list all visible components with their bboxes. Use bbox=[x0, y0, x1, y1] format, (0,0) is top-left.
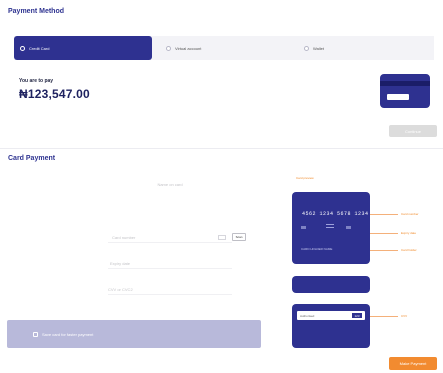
card-name-field[interactable]: Name on card bbox=[108, 179, 232, 189]
amount-due: ₦123,547.00 bbox=[19, 87, 90, 101]
callout-line bbox=[370, 214, 398, 215]
save-card-option[interactable]: Save card for faster payment bbox=[7, 320, 261, 348]
card-number-field[interactable]: Card number bbox=[108, 233, 232, 243]
card-back-preview: Authorised 123 bbox=[292, 304, 370, 348]
callout-expiry: Expiry date bbox=[401, 231, 417, 235]
expiry-field[interactable]: Expiry date bbox=[108, 259, 232, 269]
card-front-preview: 4562 1234 5678 1234 CARD HOLDER NAME bbox=[292, 192, 370, 264]
callout-line bbox=[370, 233, 398, 234]
callout-line bbox=[370, 250, 398, 251]
checkbox-icon[interactable] bbox=[33, 331, 38, 337]
pay-label: You are to pay bbox=[19, 78, 54, 84]
radio-icon bbox=[20, 45, 25, 51]
card-preview-note: Card preview bbox=[296, 176, 314, 180]
divider bbox=[0, 148, 443, 149]
save-card-label: Save card for faster payment bbox=[42, 331, 94, 337]
cvv-field[interactable]: CVV or CVC2 bbox=[108, 285, 232, 295]
expiry-placeholder: Expiry date bbox=[110, 261, 131, 266]
tab-credit-card-label: Credit Card bbox=[29, 45, 50, 51]
callout-card-number: Card number bbox=[401, 212, 419, 216]
signature-text: Authorised bbox=[300, 313, 315, 318]
card-number-preview: 4562 1234 5678 1234 bbox=[302, 211, 369, 217]
signature-panel: Authorised 123 bbox=[297, 311, 365, 320]
card-back-strip bbox=[292, 276, 370, 293]
credit-card-icon bbox=[380, 74, 430, 108]
callout-holder: Card holder bbox=[401, 248, 417, 252]
card-payment-title: Card Payment bbox=[8, 155, 56, 162]
card-brand-icon bbox=[218, 235, 226, 240]
cvv-box: 123 bbox=[352, 313, 362, 318]
callout-line bbox=[370, 316, 398, 317]
page-title: Payment Method bbox=[8, 8, 65, 15]
callout-cvv: CVV bbox=[401, 314, 408, 318]
cvv-indicator bbox=[346, 226, 351, 229]
radio-icon bbox=[166, 45, 171, 51]
make-payment-button[interactable]: Make Payment bbox=[389, 357, 437, 370]
card-holder-preview: CARD HOLDER NAME bbox=[301, 247, 333, 251]
tab-virtual-account-label: Virtual account bbox=[175, 45, 202, 51]
tab-credit-card[interactable]: Credit Card bbox=[14, 36, 152, 60]
card-number-placeholder: Card number bbox=[112, 235, 136, 240]
cvv-placeholder: CVV or CVC2 bbox=[108, 287, 133, 292]
chip-icon bbox=[301, 226, 306, 229]
payment-method-tabs: Credit Card Virtual account Wallet bbox=[14, 36, 434, 60]
tab-virtual-account[interactable]: Virtual account bbox=[166, 36, 296, 60]
radio-icon bbox=[304, 45, 309, 51]
scan-card-button[interactable]: Scan bbox=[232, 233, 246, 241]
continue-button[interactable]: Continue bbox=[389, 125, 437, 137]
tab-wallet[interactable]: Wallet bbox=[304, 36, 424, 60]
tab-wallet-label: Wallet bbox=[313, 45, 324, 51]
expiry-preview bbox=[325, 222, 335, 231]
